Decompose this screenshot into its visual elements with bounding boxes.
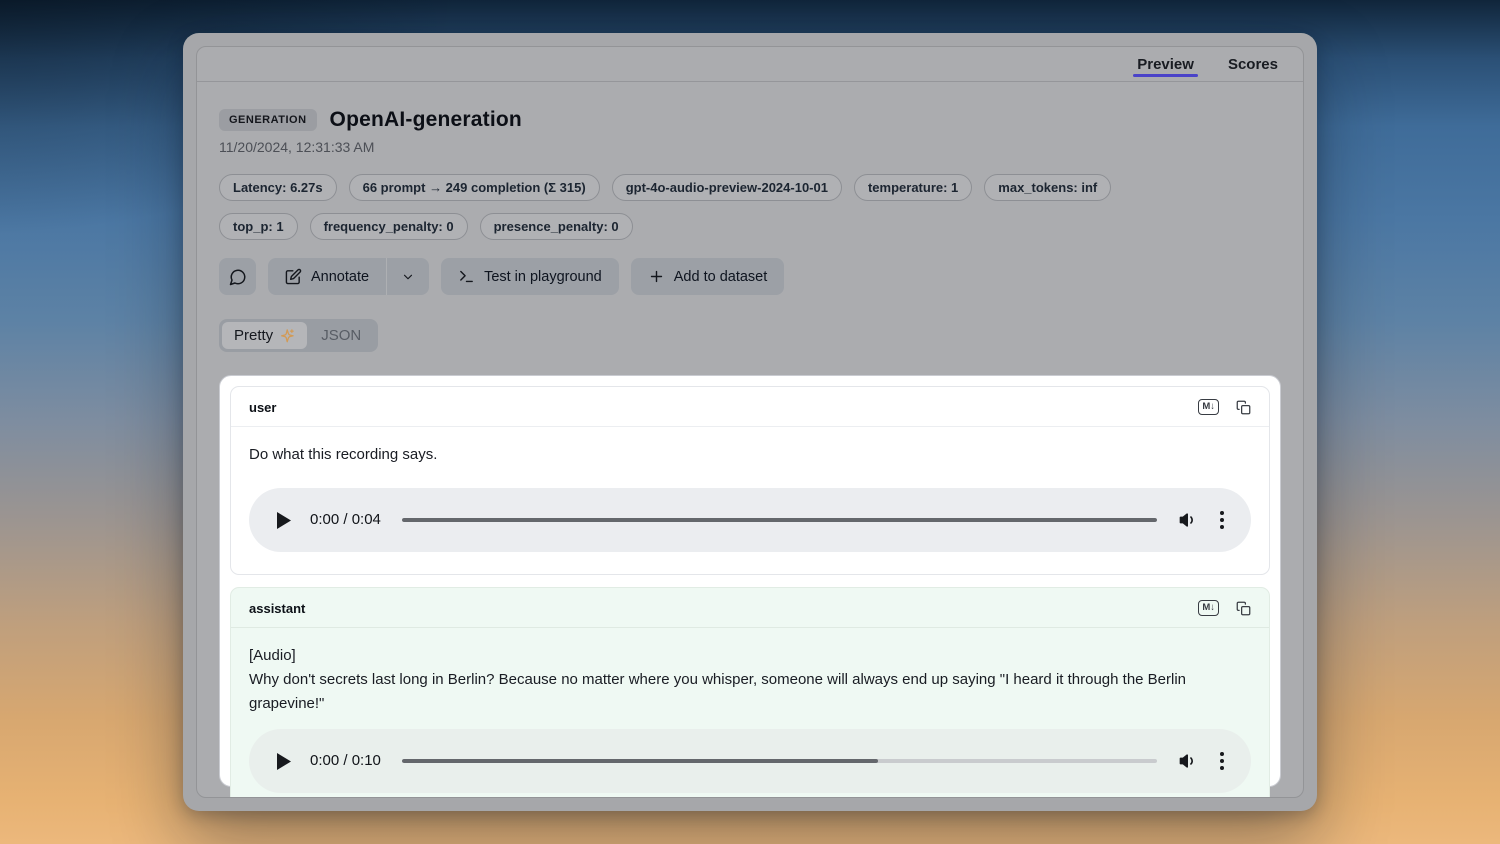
tabstrip: Preview Scores (197, 47, 1303, 82)
view-toggle: Pretty JSON (219, 319, 378, 352)
copy-icon (1236, 601, 1251, 616)
message-card-user: user M↓ Do what this recording says. (230, 386, 1270, 575)
view-tab-json[interactable]: JSON (307, 322, 375, 349)
markdown-toggle-icon[interactable]: M↓ (1198, 600, 1219, 616)
volume-icon (1178, 751, 1198, 771)
comment-button[interactable] (219, 258, 256, 295)
play-icon (276, 512, 291, 529)
copy-button[interactable] (1236, 400, 1251, 415)
page-title: OpenAI-generation (330, 108, 522, 132)
annotate-label: Annotate (311, 269, 369, 285)
temperature-badge: temperature: 1 (854, 174, 972, 201)
copy-icon (1236, 400, 1251, 415)
edit-icon (285, 268, 302, 285)
generation-panel: Preview Scores GENERATION OpenAI-generat… (196, 46, 1304, 798)
view-tab-pretty[interactable]: Pretty (222, 322, 307, 349)
terminal-icon (458, 268, 475, 285)
timestamp: 11/20/2024, 12:31:33 AM (219, 139, 1281, 155)
user-message-text: Do what this recording says. (249, 443, 1251, 467)
token-usage-badge: 66 prompt → 249 completion (Σ 315) (349, 174, 600, 201)
title-row: GENERATION OpenAI-generation (219, 108, 1281, 132)
audio-menu-button[interactable] (1220, 511, 1224, 529)
tab-preview[interactable]: Preview (1120, 47, 1211, 81)
presence-penalty-badge: presence_penalty: 0 (480, 213, 633, 240)
volume-icon (1178, 510, 1198, 530)
top-p-badge: top_p: 1 (219, 213, 298, 240)
message-card-assistant: assistant M↓ [Audio] Why don't (230, 587, 1270, 798)
markdown-toggle-icon[interactable]: M↓ (1198, 399, 1219, 415)
copy-button[interactable] (1236, 601, 1251, 616)
play-icon (276, 753, 291, 770)
plus-icon (648, 268, 665, 285)
volume-button[interactable] (1178, 751, 1198, 771)
chevron-down-icon (401, 270, 415, 284)
assistant-message-text: Why don't secrets last long in Berlin? B… (249, 668, 1251, 716)
audio-time: 0:00 / 0:04 (310, 508, 381, 532)
audio-menu-button[interactable] (1220, 752, 1224, 770)
trace-peek-window: Preview Scores GENERATION OpenAI-generat… (183, 33, 1317, 811)
metadata-badges: Latency: 6.27s 66 prompt → 249 completio… (219, 174, 1281, 240)
observation-type-badge: GENERATION (219, 109, 317, 131)
assistant-message-header: assistant M↓ (231, 588, 1269, 628)
sparkles-icon (280, 328, 295, 343)
audio-player-user: 0:00 / 0:04 (249, 488, 1251, 552)
latency-badge: Latency: 6.27s (219, 174, 337, 201)
tab-scores[interactable]: Scores (1211, 47, 1295, 81)
audio-time: 0:00 / 0:10 (310, 749, 381, 773)
audio-progress (402, 759, 878, 763)
play-button[interactable] (276, 753, 291, 770)
frequency-penalty-badge: frequency_penalty: 0 (310, 213, 468, 240)
generation-content: GENERATION OpenAI-generation 11/20/2024,… (197, 82, 1303, 797)
audio-seek-bar[interactable] (402, 759, 1157, 763)
test-in-playground-label: Test in playground (484, 269, 602, 285)
annotate-dropdown-button[interactable] (386, 258, 429, 295)
max-tokens-badge: max_tokens: inf (984, 174, 1111, 201)
user-message-header: user M↓ (231, 387, 1269, 427)
assistant-audio-tag: [Audio] (249, 644, 1251, 668)
test-in-playground-button[interactable]: Test in playground (441, 258, 619, 295)
add-to-dataset-button[interactable]: Add to dataset (631, 258, 785, 295)
message-list: user M↓ Do what this recording says. (219, 375, 1281, 787)
assistant-header-icons: M↓ (1198, 600, 1251, 616)
audio-player-assistant: 0:00 / 0:10 (249, 729, 1251, 793)
play-button[interactable] (276, 512, 291, 529)
user-header-icons: M↓ (1198, 399, 1251, 415)
volume-button[interactable] (1178, 510, 1198, 530)
audio-seek-bar[interactable] (402, 518, 1157, 522)
role-label: assistant (249, 601, 305, 616)
user-message-body: Do what this recording says. 0:00 / 0:04 (231, 427, 1269, 574)
action-bar: Annotate Test in playground (219, 258, 1281, 295)
model-badge[interactable]: gpt-4o-audio-preview-2024-10-01 (612, 174, 842, 201)
add-to-dataset-label: Add to dataset (674, 269, 768, 285)
comment-icon (229, 268, 247, 286)
assistant-message-body: [Audio] Why don't secrets last long in B… (231, 628, 1269, 798)
annotate-split-button: Annotate (268, 258, 429, 295)
role-label: user (249, 400, 276, 415)
annotate-button[interactable]: Annotate (268, 258, 386, 295)
audio-progress (402, 518, 1157, 522)
pretty-label: Pretty (234, 327, 273, 344)
